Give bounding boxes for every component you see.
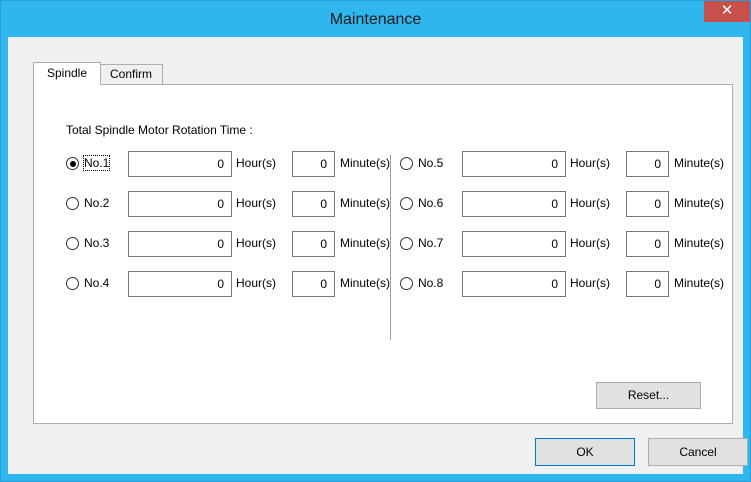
- maintenance-dialog: Maintenance ✕ Spindle Confirm Total Spin…: [0, 0, 751, 482]
- hours-unit-label: Hour(s): [236, 236, 277, 250]
- spindle-6-label[interactable]: No.6: [418, 196, 443, 210]
- spindle-8-hours-field[interactable]: 0: [462, 271, 566, 297]
- hours-unit-label: Hour(s): [236, 156, 277, 170]
- spindle-row-3: No.3 0 Hour(s) 0 Minute(s): [66, 231, 396, 257]
- ok-button[interactable]: OK: [535, 438, 635, 466]
- close-icon: ✕: [720, 2, 734, 19]
- spindle-1-minutes-field[interactable]: 0: [292, 151, 335, 177]
- spindle-row-2: No.2 0 Hour(s) 0 Minute(s): [66, 191, 396, 217]
- column-divider: [390, 155, 391, 340]
- cancel-button[interactable]: Cancel: [648, 438, 748, 466]
- spindle-4-minutes-field[interactable]: 0: [292, 271, 335, 297]
- hours-unit-label: Hour(s): [570, 156, 611, 170]
- spindle-7-hours-field[interactable]: 0: [462, 231, 566, 257]
- spindle-3-minutes-field[interactable]: 0: [292, 231, 335, 257]
- dialog-client-area: Spindle Confirm Total Spindle Motor Rota…: [8, 37, 748, 474]
- spindle-7-label[interactable]: No.7: [418, 236, 443, 250]
- spindle-7-minutes-field[interactable]: 0: [626, 231, 669, 257]
- spindle-row-7: No.7 0 Hour(s) 0 Minute(s): [400, 231, 730, 257]
- spindle-5-radio[interactable]: [400, 157, 413, 170]
- spindle-5-hours-field[interactable]: 0: [462, 151, 566, 177]
- spindle-6-hours-field[interactable]: 0: [462, 191, 566, 217]
- spindle-2-minutes-field[interactable]: 0: [292, 191, 335, 217]
- minutes-unit-label: Minute(s): [340, 156, 391, 170]
- spindle-8-label[interactable]: No.8: [418, 276, 443, 290]
- close-button[interactable]: ✕: [704, 1, 750, 22]
- spindle-4-label[interactable]: No.4: [84, 276, 109, 290]
- spindle-1-hours-field[interactable]: 0: [128, 151, 232, 177]
- minutes-unit-label: Minute(s): [674, 236, 725, 250]
- spindle-8-minutes-field[interactable]: 0: [626, 271, 669, 297]
- minutes-unit-label: Minute(s): [674, 276, 725, 290]
- spindle-row-4: No.4 0 Hour(s) 0 Minute(s): [66, 271, 396, 297]
- hours-unit-label: Hour(s): [570, 196, 611, 210]
- tab-spindle[interactable]: Spindle: [33, 62, 101, 85]
- spindle-tab-panel: Total Spindle Motor Rotation Time : No.1…: [33, 84, 733, 424]
- spindle-2-label[interactable]: No.2: [84, 196, 109, 210]
- spindle-3-hours-field[interactable]: 0: [128, 231, 232, 257]
- spindle-2-hours-field[interactable]: 0: [128, 191, 232, 217]
- hours-unit-label: Hour(s): [570, 236, 611, 250]
- spindle-row-5: No.5 0 Hour(s) 0 Minute(s): [400, 151, 730, 177]
- spindle-7-radio[interactable]: [400, 237, 413, 250]
- minutes-unit-label: Minute(s): [340, 236, 391, 250]
- spindle-6-minutes-field[interactable]: 0: [626, 191, 669, 217]
- hours-unit-label: Hour(s): [570, 276, 611, 290]
- minutes-unit-label: Minute(s): [674, 156, 725, 170]
- spindle-4-hours-field[interactable]: 0: [128, 271, 232, 297]
- hours-unit-label: Hour(s): [236, 276, 277, 290]
- tab-confirm[interactable]: Confirm: [99, 64, 163, 84]
- hours-unit-label: Hour(s): [236, 196, 277, 210]
- spindle-6-radio[interactable]: [400, 197, 413, 210]
- spindle-4-radio[interactable]: [66, 277, 79, 290]
- spindle-1-label[interactable]: No.1: [82, 155, 111, 171]
- spindle-1-radio[interactable]: [66, 157, 79, 170]
- spindle-5-label[interactable]: No.5: [418, 156, 443, 170]
- spindle-3-label[interactable]: No.3: [84, 236, 109, 250]
- title-bar[interactable]: Maintenance ✕: [1, 1, 750, 37]
- spindle-8-radio[interactable]: [400, 277, 413, 290]
- spindle-3-radio[interactable]: [66, 237, 79, 250]
- spindle-row-1: No.1 0 Hour(s) 0 Minute(s): [66, 151, 396, 177]
- spindle-2-radio[interactable]: [66, 197, 79, 210]
- minutes-unit-label: Minute(s): [674, 196, 725, 210]
- reset-button[interactable]: Reset...: [596, 382, 701, 409]
- spindle-5-minutes-field[interactable]: 0: [626, 151, 669, 177]
- rotation-time-label: Total Spindle Motor Rotation Time :: [66, 123, 253, 137]
- minutes-unit-label: Minute(s): [340, 196, 391, 210]
- spindle-row-8: No.8 0 Hour(s) 0 Minute(s): [400, 271, 730, 297]
- spindle-row-6: No.6 0 Hour(s) 0 Minute(s): [400, 191, 730, 217]
- minutes-unit-label: Minute(s): [340, 276, 391, 290]
- window-title: Maintenance: [329, 11, 422, 28]
